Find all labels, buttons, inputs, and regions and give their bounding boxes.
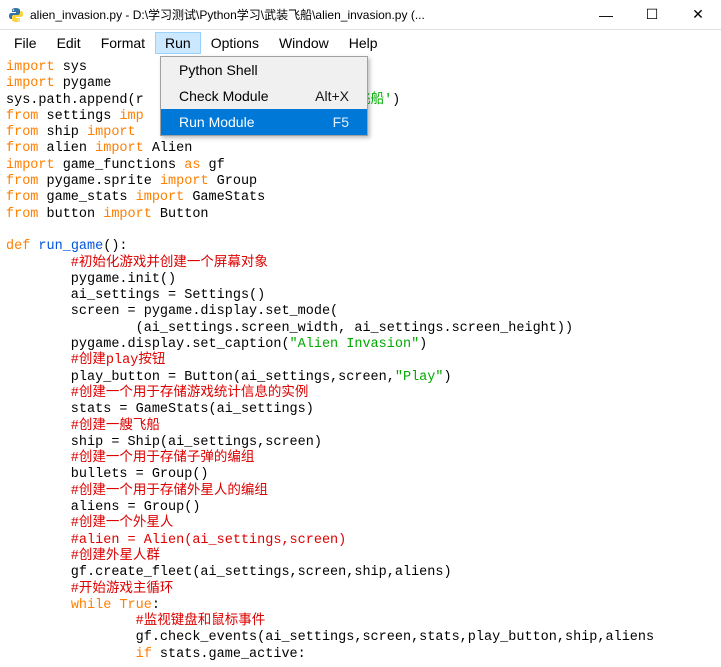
- menubar: File Edit Format Run Options Window Help: [0, 30, 721, 56]
- text: pygame.init(): [6, 272, 176, 287]
- menu-run[interactable]: Run: [155, 32, 201, 54]
- text: Alien: [144, 141, 193, 156]
- text: gf: [200, 158, 224, 173]
- def: run_game: [38, 239, 103, 254]
- comment: #监视键盘和鼠标事件: [6, 614, 265, 629]
- kw: import: [103, 207, 152, 222]
- text: Button: [152, 207, 209, 222]
- comment: #初始化游戏并创建一个屏幕对象: [6, 256, 268, 271]
- text: game_stats: [38, 190, 135, 205]
- kw: import: [6, 60, 55, 75]
- text: (ai_settings.screen_width, ai_settings.s…: [6, 321, 573, 336]
- text: pygame.sprite: [38, 174, 160, 189]
- text: pygame.display.set_caption(: [6, 337, 290, 352]
- menu-edit[interactable]: Edit: [47, 32, 91, 54]
- text: button: [38, 207, 103, 222]
- menu-window[interactable]: Window: [269, 32, 339, 54]
- kw: import: [95, 141, 144, 156]
- run-run-module[interactable]: Run Module F5: [161, 109, 367, 135]
- text: sys: [55, 60, 87, 75]
- dropdown-label: Run Module: [179, 114, 255, 130]
- str: "Play": [395, 370, 444, 385]
- text: aliens = Group(): [6, 500, 200, 515]
- text: ): [443, 370, 451, 385]
- text: [6, 598, 71, 613]
- text: ): [392, 93, 400, 108]
- kw: def: [6, 239, 30, 254]
- comment: #创建外星人群: [6, 549, 160, 564]
- comment: #开始游戏主循环: [6, 582, 173, 597]
- text: [6, 647, 136, 662]
- text: screen = pygame.display.set_mode(: [6, 304, 338, 319]
- text: sys.path.append(r: [6, 93, 144, 108]
- window-controls: — ☐ ✕: [583, 0, 721, 30]
- kw: from: [6, 109, 38, 124]
- kw: from: [6, 141, 38, 156]
- text: ): [419, 337, 427, 352]
- text: settings: [38, 109, 119, 124]
- comment: #alien = Alien(ai_settings,screen): [6, 533, 346, 548]
- text: pygame: [55, 76, 112, 91]
- text: GameStats: [184, 190, 265, 205]
- python-idle-icon: [8, 7, 24, 23]
- comment: #创建一个用于存储游戏统计信息的实例: [6, 386, 308, 401]
- dropdown-shortcut: Alt+X: [315, 88, 349, 104]
- comment: #创建一艘飞船: [6, 419, 160, 434]
- menu-format[interactable]: Format: [91, 32, 155, 54]
- menu-file[interactable]: File: [4, 32, 47, 54]
- text: stats = GameStats(ai_settings): [6, 402, 314, 417]
- kw: import: [6, 76, 55, 91]
- titlebar-left: alien_invasion.py - D:\学习测试\Python学习\武装飞…: [8, 6, 425, 23]
- titlebar: alien_invasion.py - D:\学习测试\Python学习\武装飞…: [0, 0, 721, 30]
- text: ai_settings = Settings(): [6, 288, 265, 303]
- minimize-button[interactable]: —: [583, 0, 629, 30]
- menu-help[interactable]: Help: [339, 32, 388, 54]
- close-button[interactable]: ✕: [675, 0, 721, 30]
- kw: import: [6, 158, 55, 173]
- kw: if: [136, 647, 152, 662]
- kw: from: [6, 125, 38, 140]
- kw: imp: [119, 109, 143, 124]
- run-python-shell[interactable]: Python Shell: [161, 57, 367, 83]
- kw: while: [71, 598, 112, 613]
- comment: #创建play按钮: [6, 353, 165, 368]
- run-dropdown: Python Shell Check Module Alt+X Run Modu…: [160, 56, 368, 136]
- text: alien: [38, 141, 95, 156]
- dropdown-shortcut: F5: [333, 114, 349, 130]
- kw: import: [87, 125, 136, 140]
- menu-options[interactable]: Options: [201, 32, 269, 54]
- kw: from: [6, 190, 38, 205]
- text: game_functions: [55, 158, 185, 173]
- kw: from: [6, 207, 38, 222]
- comment: #创建一个用于存储子弹的编组: [6, 451, 254, 466]
- dropdown-label: Check Module: [179, 88, 269, 104]
- text: ship: [38, 125, 87, 140]
- code-editor[interactable]: import sys import pygame sys.path.append…: [0, 56, 721, 667]
- text: ship = Ship(ai_settings,screen): [6, 435, 322, 450]
- text: gf.check_events(ai_settings,screen,stats…: [6, 630, 654, 645]
- comment: #创建一个用于存储外星人的编组: [6, 484, 268, 499]
- kw: as: [184, 158, 200, 173]
- kw: import: [136, 190, 185, 205]
- str: "Alien Invasion": [290, 337, 420, 352]
- kw: True: [119, 598, 151, 613]
- text: Group: [209, 174, 258, 189]
- text: :: [152, 598, 160, 613]
- maximize-button[interactable]: ☐: [629, 0, 675, 30]
- dropdown-label: Python Shell: [179, 62, 258, 78]
- text: stats.game_active:: [152, 647, 306, 662]
- kw: from: [6, 174, 38, 189]
- kw: import: [160, 174, 209, 189]
- text: ():: [103, 239, 127, 254]
- window-title: alien_invasion.py - D:\学习测试\Python学习\武装飞…: [30, 6, 425, 23]
- text: bullets = Group(): [6, 467, 209, 482]
- text: gf.create_fleet(ai_settings,screen,ship,…: [6, 565, 452, 580]
- text: play_button = Button(ai_settings,screen,: [6, 370, 395, 385]
- run-check-module[interactable]: Check Module Alt+X: [161, 83, 367, 109]
- comment: #创建一个外星人: [6, 516, 173, 531]
